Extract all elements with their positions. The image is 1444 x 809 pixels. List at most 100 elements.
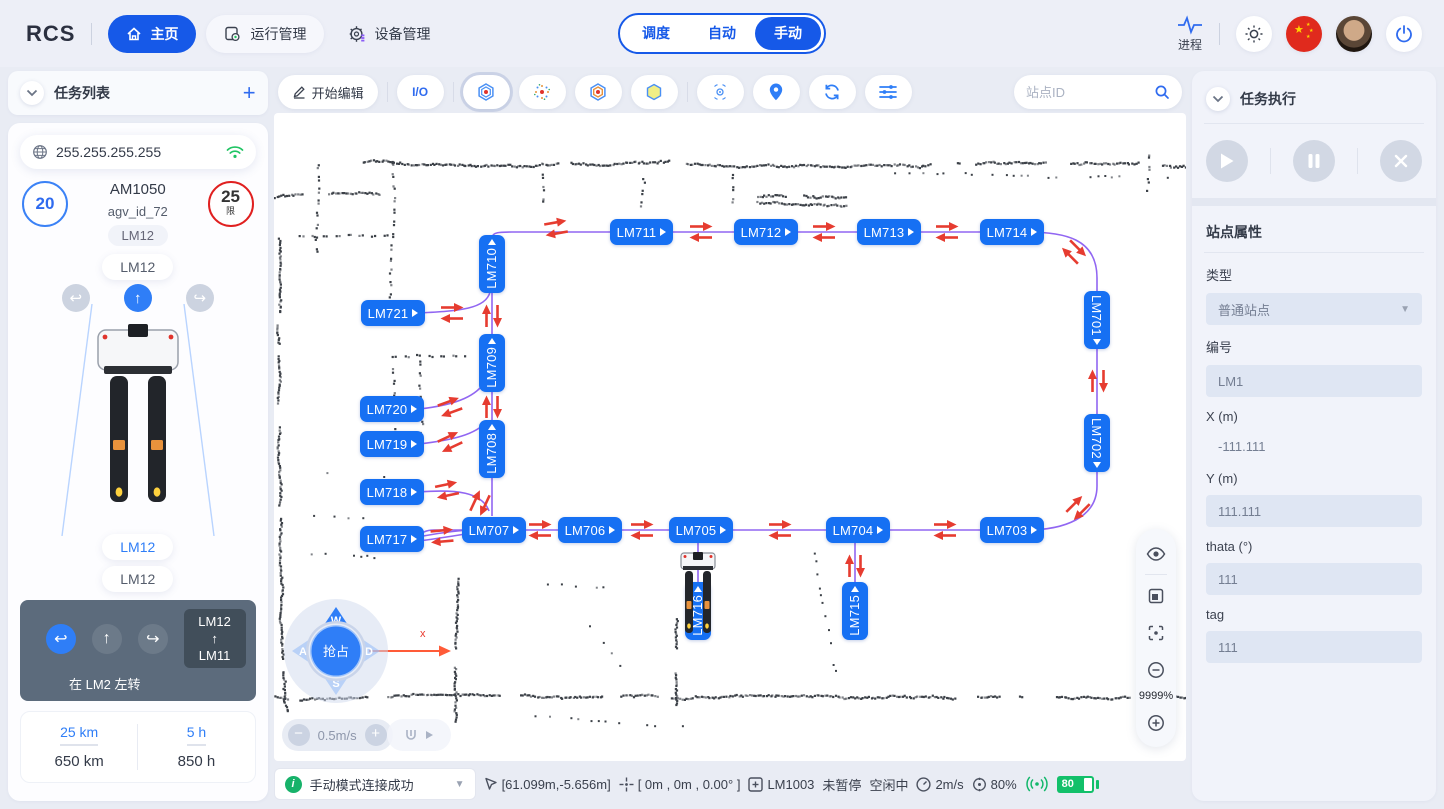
station-node-LM708[interactable]: LM708 xyxy=(479,420,505,478)
type-select[interactable]: 普通站点 ▼ xyxy=(1206,293,1422,325)
tag-label: tag xyxy=(1206,607,1422,622)
code-input[interactable]: LM1 xyxy=(1206,365,1422,397)
zoom-level: 9999% xyxy=(1139,688,1173,704)
collapse-task-exec-button[interactable] xyxy=(1206,87,1230,111)
add-task-button[interactable]: + xyxy=(243,83,256,103)
station-node-LM706[interactable]: LM706 xyxy=(558,517,623,543)
theta-label: thata (°) xyxy=(1206,539,1422,554)
mode-tab-manual[interactable]: 手动 xyxy=(755,17,821,50)
task-list-title: 任务列表 xyxy=(54,83,110,103)
station-node-LM713[interactable]: LM713 xyxy=(857,219,922,245)
cursor-icon xyxy=(484,777,498,791)
mode-tab-auto[interactable]: 自动 xyxy=(689,17,755,50)
language-flag-button[interactable]: ★★★★ xyxy=(1286,16,1322,52)
station-node-LM714[interactable]: LM714 xyxy=(980,219,1045,245)
center-focus-button[interactable] xyxy=(1136,614,1176,651)
layer-pointcloud-button[interactable] xyxy=(519,75,566,109)
nav-operation[interactable]: 运行管理 xyxy=(206,15,324,53)
station-node-LM717[interactable]: LM717 xyxy=(360,526,425,552)
agv-map-marker[interactable] xyxy=(679,551,717,639)
plus-square-icon xyxy=(748,777,763,792)
lidar-button[interactable] xyxy=(697,75,744,109)
manual-joystick[interactable]: W A S D 抢占 xyxy=(282,597,390,710)
battery-indicator: 80 xyxy=(1057,776,1094,793)
tag-input[interactable]: 111 xyxy=(1206,631,1422,663)
station-node-LM720[interactable]: LM720 xyxy=(360,396,425,422)
task-exec-title: 任务执行 xyxy=(1240,89,1296,109)
map-canvas[interactable]: x LM710LM709LM708LM711LM712LM713LM714LM7… xyxy=(274,113,1186,761)
map-toolbar: 开始编辑 I/O xyxy=(274,71,1186,113)
user-avatar[interactable] xyxy=(1336,16,1372,52)
collapse-task-list-button[interactable] xyxy=(20,81,44,105)
task-cancel-button[interactable] xyxy=(1380,140,1422,182)
station-node-LM709[interactable]: LM709 xyxy=(479,334,505,392)
scatter-points-icon xyxy=(532,82,552,102)
theta-input[interactable]: 111 xyxy=(1206,563,1422,595)
task-execution-panel: 任务执行 站点属性 类型 普通站点 ▼ 编号 xyxy=(1192,71,1436,801)
turn-left-button[interactable]: ↩ xyxy=(46,624,76,654)
station-node-LM721[interactable]: LM721 xyxy=(361,300,426,326)
station-node-LM719[interactable]: LM719 xyxy=(360,431,425,457)
zoom-in-button[interactable] xyxy=(1136,704,1176,741)
task-play-button[interactable] xyxy=(1206,140,1248,182)
station-node-LM703[interactable]: LM703 xyxy=(980,517,1045,543)
task-pause-button[interactable] xyxy=(1293,140,1335,182)
joystick-seize-button: 抢占 xyxy=(323,644,349,659)
visibility-button[interactable] xyxy=(1136,535,1176,572)
station-node-LM701[interactable]: LM701 xyxy=(1084,291,1110,349)
agv-id: agv_id_72 xyxy=(108,204,169,219)
fork-action-button[interactable] xyxy=(387,719,451,751)
station-search-input[interactable] xyxy=(1026,85,1148,100)
start-edit-button[interactable]: 开始编辑 xyxy=(278,75,378,109)
logout-button[interactable] xyxy=(1386,16,1422,52)
globe-icon xyxy=(32,144,48,160)
nav-device[interactable]: 设备管理 xyxy=(330,15,448,53)
home-icon xyxy=(126,26,142,42)
task-list-panel: 任务列表 + 255.255.255.255 20 AM1050 agv_id_… xyxy=(8,71,268,801)
io-button[interactable]: I/O xyxy=(397,75,444,109)
layer-zone-button[interactable] xyxy=(631,75,678,109)
agv-ip-address: 255.255.255.255 xyxy=(56,144,218,160)
connection-status-dropdown[interactable]: i 手动模式连接成功 ▼ xyxy=(274,768,476,800)
station-node-LM715[interactable]: LM715 xyxy=(842,582,868,640)
locate-button[interactable] xyxy=(753,75,800,109)
station-node-LM707[interactable]: LM707 xyxy=(462,517,527,543)
process-button[interactable]: 进程 xyxy=(1177,15,1203,53)
station-pill: LM12 xyxy=(102,534,173,560)
power-icon xyxy=(1394,24,1414,44)
lidar-icon xyxy=(710,82,730,102)
turn-right-button[interactable]: ↪ xyxy=(138,624,168,654)
nav-home[interactable]: 主页 xyxy=(108,15,196,53)
station-node-LM704[interactable]: LM704 xyxy=(826,517,891,543)
speed-minus-button[interactable]: − xyxy=(288,724,310,746)
station-node-LM705[interactable]: LM705 xyxy=(669,517,734,543)
station-node-LM710[interactable]: LM710 xyxy=(479,235,505,293)
hexagon-yellow-icon xyxy=(644,82,664,102)
station-node-LM718[interactable]: LM718 xyxy=(360,479,425,505)
minimap-button[interactable] xyxy=(1136,577,1176,614)
refresh-button[interactable] xyxy=(809,75,856,109)
station-node-LM702[interactable]: LM702 xyxy=(1084,414,1110,472)
agv-ip-row[interactable]: 255.255.255.255 xyxy=(20,135,256,169)
layer-area-button[interactable] xyxy=(575,75,622,109)
search-icon[interactable] xyxy=(1154,84,1170,100)
station-pill: LM12 xyxy=(108,225,169,246)
theme-toggle-button[interactable] xyxy=(1236,16,1272,52)
turn-right-icon[interactable]: ↪ xyxy=(186,284,214,312)
station-node-LM711[interactable]: LM711 xyxy=(610,219,674,245)
zoom-out-button[interactable] xyxy=(1136,651,1176,688)
svg-text:A: A xyxy=(299,646,307,658)
go-straight-icon[interactable]: ↑ xyxy=(124,284,152,312)
trip-hours: 5 h xyxy=(187,724,206,746)
filter-button[interactable] xyxy=(865,75,912,109)
mode-tab-dispatch[interactable]: 调度 xyxy=(623,17,689,50)
straight-button[interactable]: ↑ xyxy=(92,624,122,654)
speed-plus-button[interactable]: + xyxy=(365,724,387,746)
layer-station-button[interactable] xyxy=(463,75,510,109)
sliders-icon xyxy=(878,83,898,101)
turn-left-icon[interactable]: ↩ xyxy=(62,284,90,312)
y-input[interactable]: 111.111 xyxy=(1206,495,1422,527)
connection-message: 手动模式连接成功 xyxy=(310,775,447,794)
agv-model: AM1050 xyxy=(108,181,169,198)
station-node-LM712[interactable]: LM712 xyxy=(734,219,799,245)
